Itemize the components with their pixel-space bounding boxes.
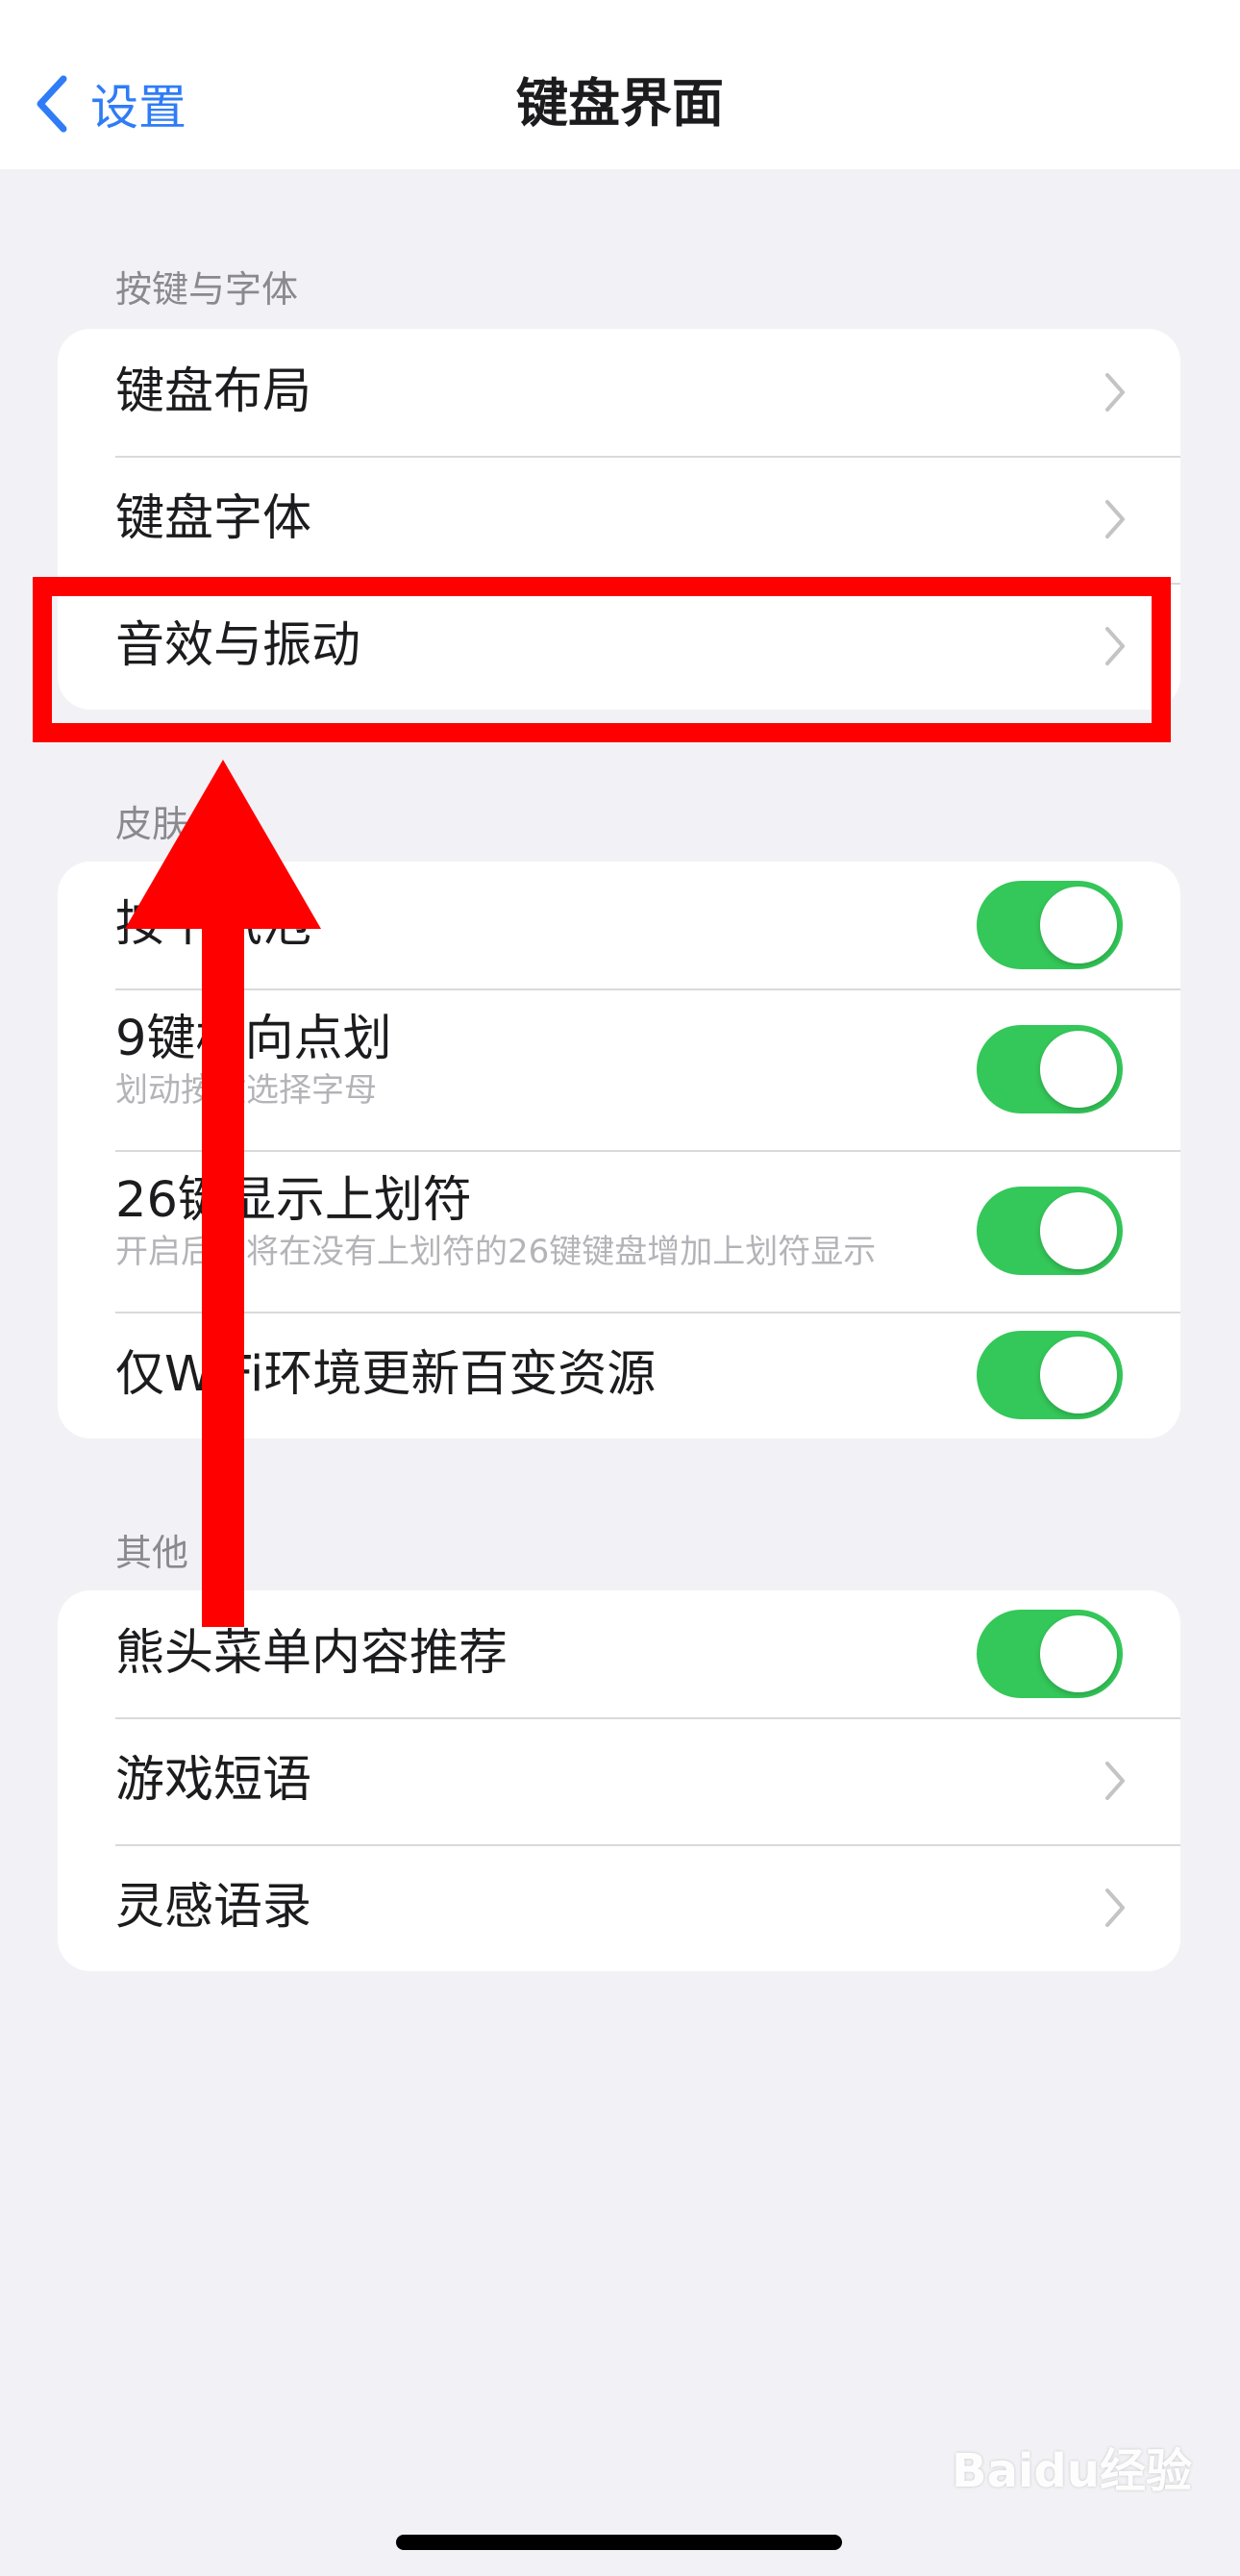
watermark: Baidu经验 [952,2444,1192,2498]
wifi-update-toggle[interactable] [977,1331,1123,1419]
chevron-right-icon [1105,1888,1125,1927]
press-bubble-toggle[interactable] [977,881,1123,969]
section-header-keys-fonts: 按键与字体 [115,268,299,311]
home-indicator [396,2535,842,2550]
toggle-knob [1040,1192,1117,1269]
inspiration-quotes-label: 灵感语录 [115,1879,312,1936]
toggle-knob [1040,1615,1117,1692]
toggle-knob [1040,1031,1117,1108]
keyboard-layout-label: 键盘布局 [115,363,312,420]
chevron-right-icon [1105,500,1125,538]
keyboard-font-row[interactable]: 键盘字体 [58,456,1180,583]
chevron-right-icon [1105,373,1125,412]
game-phrases-label: 游戏短语 [115,1752,312,1809]
page-title: 键盘界面 [516,73,724,134]
bear-menu-toggle[interactable] [977,1610,1123,1698]
navigation-bar: 设置 键盘界面 [0,0,1240,169]
toggle-knob [1040,887,1117,963]
toggle-knob [1040,1337,1117,1413]
nine-key-swipe-toggle[interactable] [977,1025,1123,1113]
keyboard-layout-row[interactable]: 键盘布局 [58,329,1180,456]
arrow-up-icon [125,760,321,1627]
other-card: 熊头菜单内容推荐 游戏短语 灵感语录 [58,1590,1180,1971]
chevron-right-icon [1105,1762,1125,1800]
keyboard-font-label: 键盘字体 [115,490,312,547]
inspiration-quotes-row[interactable]: 灵感语录 [58,1844,1180,1971]
highlight-box [33,577,1171,742]
game-phrases-row[interactable]: 游戏短语 [58,1717,1180,1844]
bear-menu-label: 熊头菜单内容推荐 [115,1625,508,1682]
upswipe-symbol-toggle[interactable] [977,1187,1123,1275]
